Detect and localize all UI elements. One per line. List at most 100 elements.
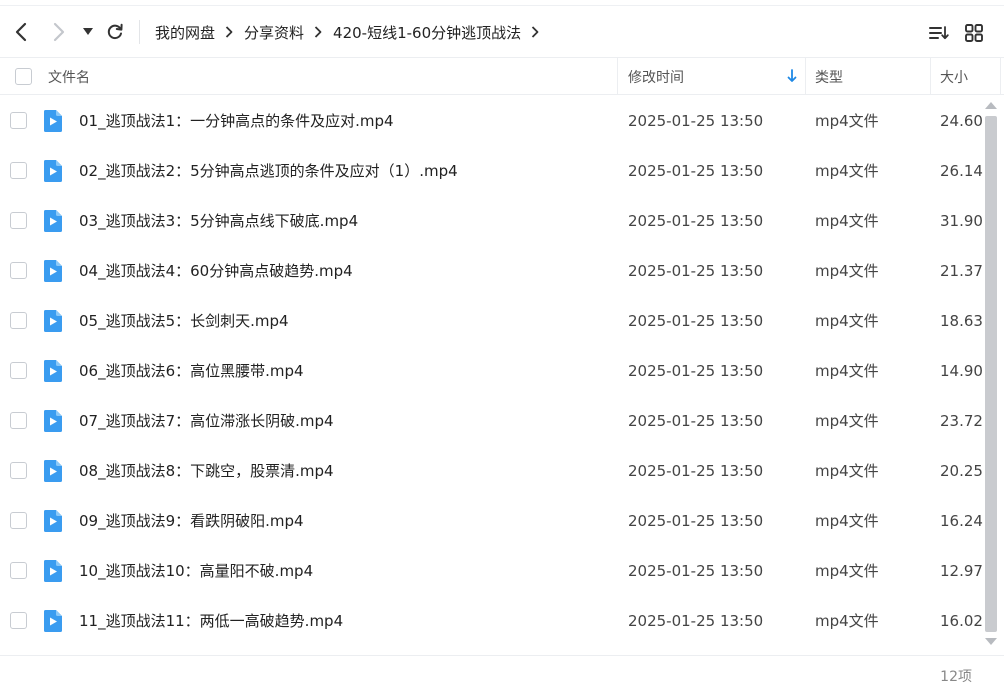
column-header-name[interactable]: 文件名: [48, 58, 90, 95]
file-name[interactable]: 05_逃顶战法5：长剑刺天.mp4: [79, 296, 289, 346]
vertical-scrollbar[interactable]: [983, 96, 999, 652]
file-modified-time: 2025-01-25 13:50: [628, 612, 764, 630]
row-checkbox[interactable]: [10, 412, 27, 429]
video-file-icon: [44, 110, 62, 132]
video-file-icon: [44, 310, 62, 332]
file-row[interactable]: 03_逃顶战法3：5分钟高点线下破底.mp4 2025-01-25 13:50 mp…: [0, 196, 983, 246]
sort-button[interactable]: [926, 20, 952, 46]
file-modified-time: 2025-01-25 13:50: [628, 262, 764, 280]
breadcrumb-item-shared[interactable]: 分享资料: [244, 22, 304, 43]
file-type: mp4文件: [815, 112, 879, 130]
file-size: 23.72: [940, 412, 983, 430]
row-checkbox[interactable]: [10, 262, 27, 279]
item-count: 12项: [940, 669, 972, 685]
file-size: 16.24: [940, 512, 983, 530]
chevron-right-icon[interactable]: [531, 26, 539, 38]
video-file-icon: [44, 210, 62, 232]
file-row[interactable]: 10_逃顶战法10：高量阳不破.mp4 2025-01-25 13:50 mp4文件…: [0, 546, 983, 596]
sort-list-icon: [929, 26, 949, 40]
file-name[interactable]: 07_逃顶战法7：高位滞涨长阴破.mp4: [79, 396, 334, 446]
file-name[interactable]: 08_逃顶战法8：下跳空，股票清.mp4: [79, 446, 334, 496]
video-file-icon: [44, 610, 62, 632]
refresh-button[interactable]: [102, 18, 128, 46]
breadcrumb: 我的网盘 分享资料 420-短线1-60分钟逃顶战法: [155, 8, 550, 56]
file-row[interactable]: 09_逃顶战法9：看跌阴破阳.mp4 2025-01-25 13:50 mp4文件 1…: [0, 496, 983, 546]
file-name[interactable]: 10_逃顶战法10：高量阳不破.mp4: [79, 546, 313, 596]
forward-button[interactable]: [46, 18, 72, 46]
file-size: 16.02: [940, 612, 983, 630]
file-name[interactable]: 03_逃顶战法3：5分钟高点线下破底.mp4: [79, 196, 358, 246]
file-row[interactable]: 07_逃顶战法7：高位滞涨长阴破.mp4 2025-01-25 13:50 mp4文…: [0, 396, 983, 446]
scroll-down-arrow-icon[interactable]: [985, 638, 997, 645]
chevron-right-icon: [53, 22, 65, 42]
file-name[interactable]: 09_逃顶战法9：看跌阴破阳.mp4: [79, 496, 304, 546]
file-size: 26.14: [940, 162, 983, 180]
file-row[interactable]: 02_逃顶战法2：5分钟高点逃顶的条件及应对（1）.mp4 2025-01-25 …: [0, 146, 983, 196]
file-type: mp4文件: [815, 412, 879, 430]
row-checkbox[interactable]: [10, 562, 27, 579]
file-size: 14.90: [940, 362, 983, 380]
row-checkbox[interactable]: [10, 512, 27, 529]
select-all-checkbox[interactable]: [15, 68, 32, 85]
row-checkbox[interactable]: [10, 162, 27, 179]
file-name[interactable]: 11_逃顶战法11：两低一高破趋势.mp4: [79, 596, 343, 646]
column-header-modified[interactable]: 修改时间: [628, 58, 684, 95]
row-checkbox[interactable]: [10, 112, 27, 129]
file-modified-time: 2025-01-25 13:50: [628, 162, 764, 180]
scroll-up-arrow-icon[interactable]: [985, 102, 997, 109]
column-divider: [805, 58, 806, 95]
row-checkbox[interactable]: [10, 362, 27, 379]
file-name[interactable]: 06_逃顶战法6：高位黑腰带.mp4: [79, 346, 304, 396]
video-file-icon: [44, 160, 62, 182]
video-file-icon: [44, 360, 62, 382]
row-checkbox[interactable]: [10, 462, 27, 479]
file-type: mp4文件: [815, 512, 879, 530]
history-dropdown-button[interactable]: [76, 18, 100, 46]
file-modified-time: 2025-01-25 13:50: [628, 212, 764, 230]
file-modified-time: 2025-01-25 13:50: [628, 312, 764, 330]
column-divider: [930, 58, 931, 95]
file-size: 18.63: [940, 312, 983, 330]
row-checkbox[interactable]: [10, 212, 27, 229]
file-row[interactable]: 01_逃顶战法1：一分钟高点的条件及应对.mp4 2025-01-25 13:50…: [0, 96, 983, 146]
refresh-icon: [107, 23, 123, 40]
file-list-header: 文件名 修改时间 类型 大小: [0, 57, 1004, 95]
view-mode-button[interactable]: [961, 20, 987, 46]
file-row[interactable]: 06_逃顶战法6：高位黑腰带.mp4 2025-01-25 13:50 mp4文件 1…: [0, 346, 983, 396]
scrollbar-thumb[interactable]: [985, 116, 997, 632]
breadcrumb-item-current[interactable]: 420-短线1-60分钟逃顶战法: [333, 22, 521, 43]
column-header-size[interactable]: 大小: [940, 58, 968, 95]
file-modified-time: 2025-01-25 13:50: [628, 112, 764, 130]
row-checkbox[interactable]: [10, 312, 27, 329]
select-all-cell: [15, 58, 32, 95]
file-modified-time: 2025-01-25 13:50: [628, 562, 764, 580]
row-checkbox[interactable]: [10, 612, 27, 629]
breadcrumb-item-root[interactable]: 我的网盘: [155, 22, 215, 43]
file-type: mp4文件: [815, 612, 879, 630]
file-type: mp4文件: [815, 362, 879, 380]
file-modified-time: 2025-01-25 13:50: [628, 462, 764, 480]
file-row[interactable]: 05_逃顶战法5：长剑刺天.mp4 2025-01-25 13:50 mp4文件 18…: [0, 296, 983, 346]
video-file-icon: [44, 560, 62, 582]
toolbar-divider: [139, 20, 140, 44]
top-edge: [0, 0, 1004, 6]
video-file-icon: [44, 510, 62, 532]
file-name[interactable]: 04_逃顶战法4：60分钟高点破趋势.mp4: [79, 246, 353, 296]
caret-down-icon: [83, 28, 93, 35]
file-name[interactable]: 02_逃顶战法2：5分钟高点逃顶的条件及应对（1）.mp4: [79, 146, 458, 196]
column-header-type[interactable]: 类型: [815, 58, 843, 95]
file-name[interactable]: 01_逃顶战法1：一分钟高点的条件及应对.mp4: [79, 96, 394, 146]
video-file-icon: [44, 410, 62, 432]
grid-view-icon: [965, 24, 983, 42]
file-type: mp4文件: [815, 212, 879, 230]
file-type: mp4文件: [815, 312, 879, 330]
file-modified-time: 2025-01-25 13:50: [628, 362, 764, 380]
file-size: 20.25: [940, 462, 983, 480]
file-row[interactable]: 04_逃顶战法4：60分钟高点破趋势.mp4 2025-01-25 13:50 mp…: [0, 246, 983, 296]
file-row[interactable]: 08_逃顶战法8：下跳空，股票清.mp4 2025-01-25 13:50 mp4文…: [0, 446, 983, 496]
file-size: 31.90: [940, 212, 983, 230]
back-button[interactable]: [8, 18, 34, 46]
file-row[interactable]: 11_逃顶战法11：两低一高破趋势.mp4 2025-01-25 13:50 mp4…: [0, 596, 983, 646]
file-modified-time: 2025-01-25 13:50: [628, 412, 764, 430]
chevron-left-icon: [15, 22, 27, 42]
